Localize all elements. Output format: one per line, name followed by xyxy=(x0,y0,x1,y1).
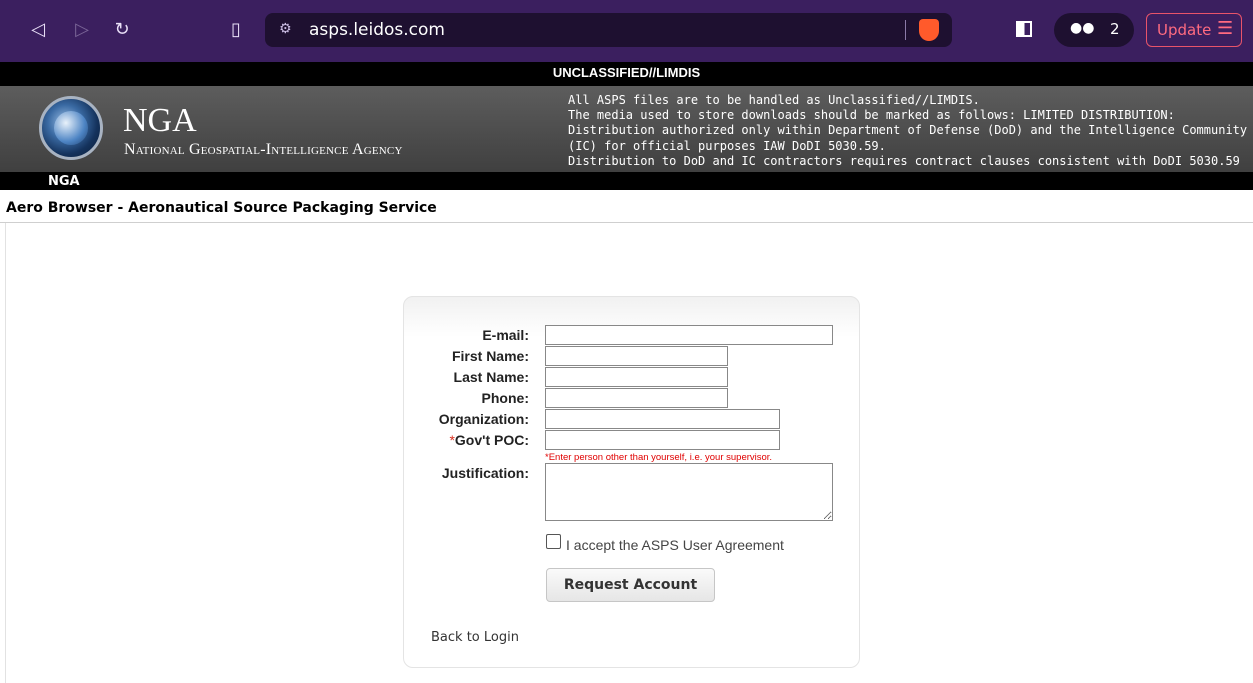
site-header: NGA National Geospatial-Intelligence Age… xyxy=(0,86,1253,174)
update-button[interactable]: Update ☰ xyxy=(1146,13,1242,47)
request-account-form: E-mail: First Name: Last Name: Phone: Or… xyxy=(403,296,860,668)
phone-label: Phone: xyxy=(481,390,529,406)
private-window-count: 2 xyxy=(1110,20,1120,38)
url-divider xyxy=(905,20,906,40)
last-name-label: Last Name: xyxy=(453,369,529,385)
page-title: Aero Browser - Aeronautical Source Packa… xyxy=(6,200,437,216)
update-label: Update xyxy=(1157,21,1212,39)
agreement-checkbox[interactable] xyxy=(546,534,561,549)
email-label: E-mail: xyxy=(482,327,529,343)
phone-field[interactable] xyxy=(545,388,728,408)
notice-line: Distribution to DoD and IC contractors r… xyxy=(568,153,1240,168)
email-field[interactable] xyxy=(545,325,833,345)
reload-icon[interactable]: ↻ xyxy=(110,18,134,42)
divider xyxy=(5,223,6,683)
menu-icon: ☰ xyxy=(1217,18,1234,39)
notice-line: (IC) for official purposes IAW DoDI 5030… xyxy=(568,138,886,153)
notice-line: All ASPS files are to be handled as Uncl… xyxy=(568,93,980,107)
sidebar-toggle-icon[interactable] xyxy=(1016,21,1032,37)
classification-bar: UNCLASSIFIED//LIMDIS xyxy=(0,62,1253,86)
justification-label: Justification: xyxy=(441,465,529,481)
justification-textarea[interactable] xyxy=(545,463,833,521)
notice-line: The media used to store downloads should… xyxy=(568,108,1175,123)
first-name-label: First Name: xyxy=(451,348,529,364)
divider xyxy=(0,222,1253,223)
organization-field[interactable] xyxy=(545,409,780,429)
brave-shields-icon[interactable] xyxy=(919,19,939,41)
gov-poc-label: *Gov't POC: xyxy=(449,432,529,448)
private-window-badge[interactable]: ●● 2 xyxy=(1054,13,1134,47)
first-name-field[interactable] xyxy=(545,346,728,366)
nav-tab-nga[interactable]: NGA xyxy=(48,174,80,189)
bookmark-icon[interactable]: ▯ xyxy=(224,18,248,42)
last-name-field[interactable] xyxy=(545,367,728,387)
url-text[interactable]: asps.leidos.com xyxy=(309,20,445,40)
glasses-icon: ●● xyxy=(1070,20,1095,36)
browser-toolbar: ◁ ▷ ↻ ▯ ⚙ asps.leidos.com ●● 2 Update ☰ xyxy=(0,0,1253,62)
request-account-button[interactable]: Request Account xyxy=(546,568,715,602)
agreement-label[interactable]: I accept the ASPS User Agreement xyxy=(566,537,784,553)
nga-seal-logo xyxy=(39,96,103,160)
notice-line: Distribution authorized only within Depa… xyxy=(568,123,1248,138)
agency-short-name: NGA xyxy=(123,102,197,139)
back-to-login-link[interactable]: Back to Login xyxy=(431,630,519,645)
handling-notice: All ASPS files are to be handled as Uncl… xyxy=(568,93,1253,169)
organization-label: Organization: xyxy=(438,411,529,427)
address-bar[interactable]: ⚙ asps.leidos.com xyxy=(265,13,952,47)
site-settings-icon[interactable]: ⚙ xyxy=(279,21,292,37)
forward-icon[interactable]: ▷ xyxy=(70,18,94,42)
back-icon[interactable]: ◁ xyxy=(26,18,50,42)
agency-full-name: National Geospatial-Intelligence Agency xyxy=(124,141,403,158)
gov-poc-field[interactable] xyxy=(545,430,780,450)
nav-strip xyxy=(0,172,1253,190)
gov-poc-hint: *Enter person other than yourself, i.e. … xyxy=(545,452,773,463)
